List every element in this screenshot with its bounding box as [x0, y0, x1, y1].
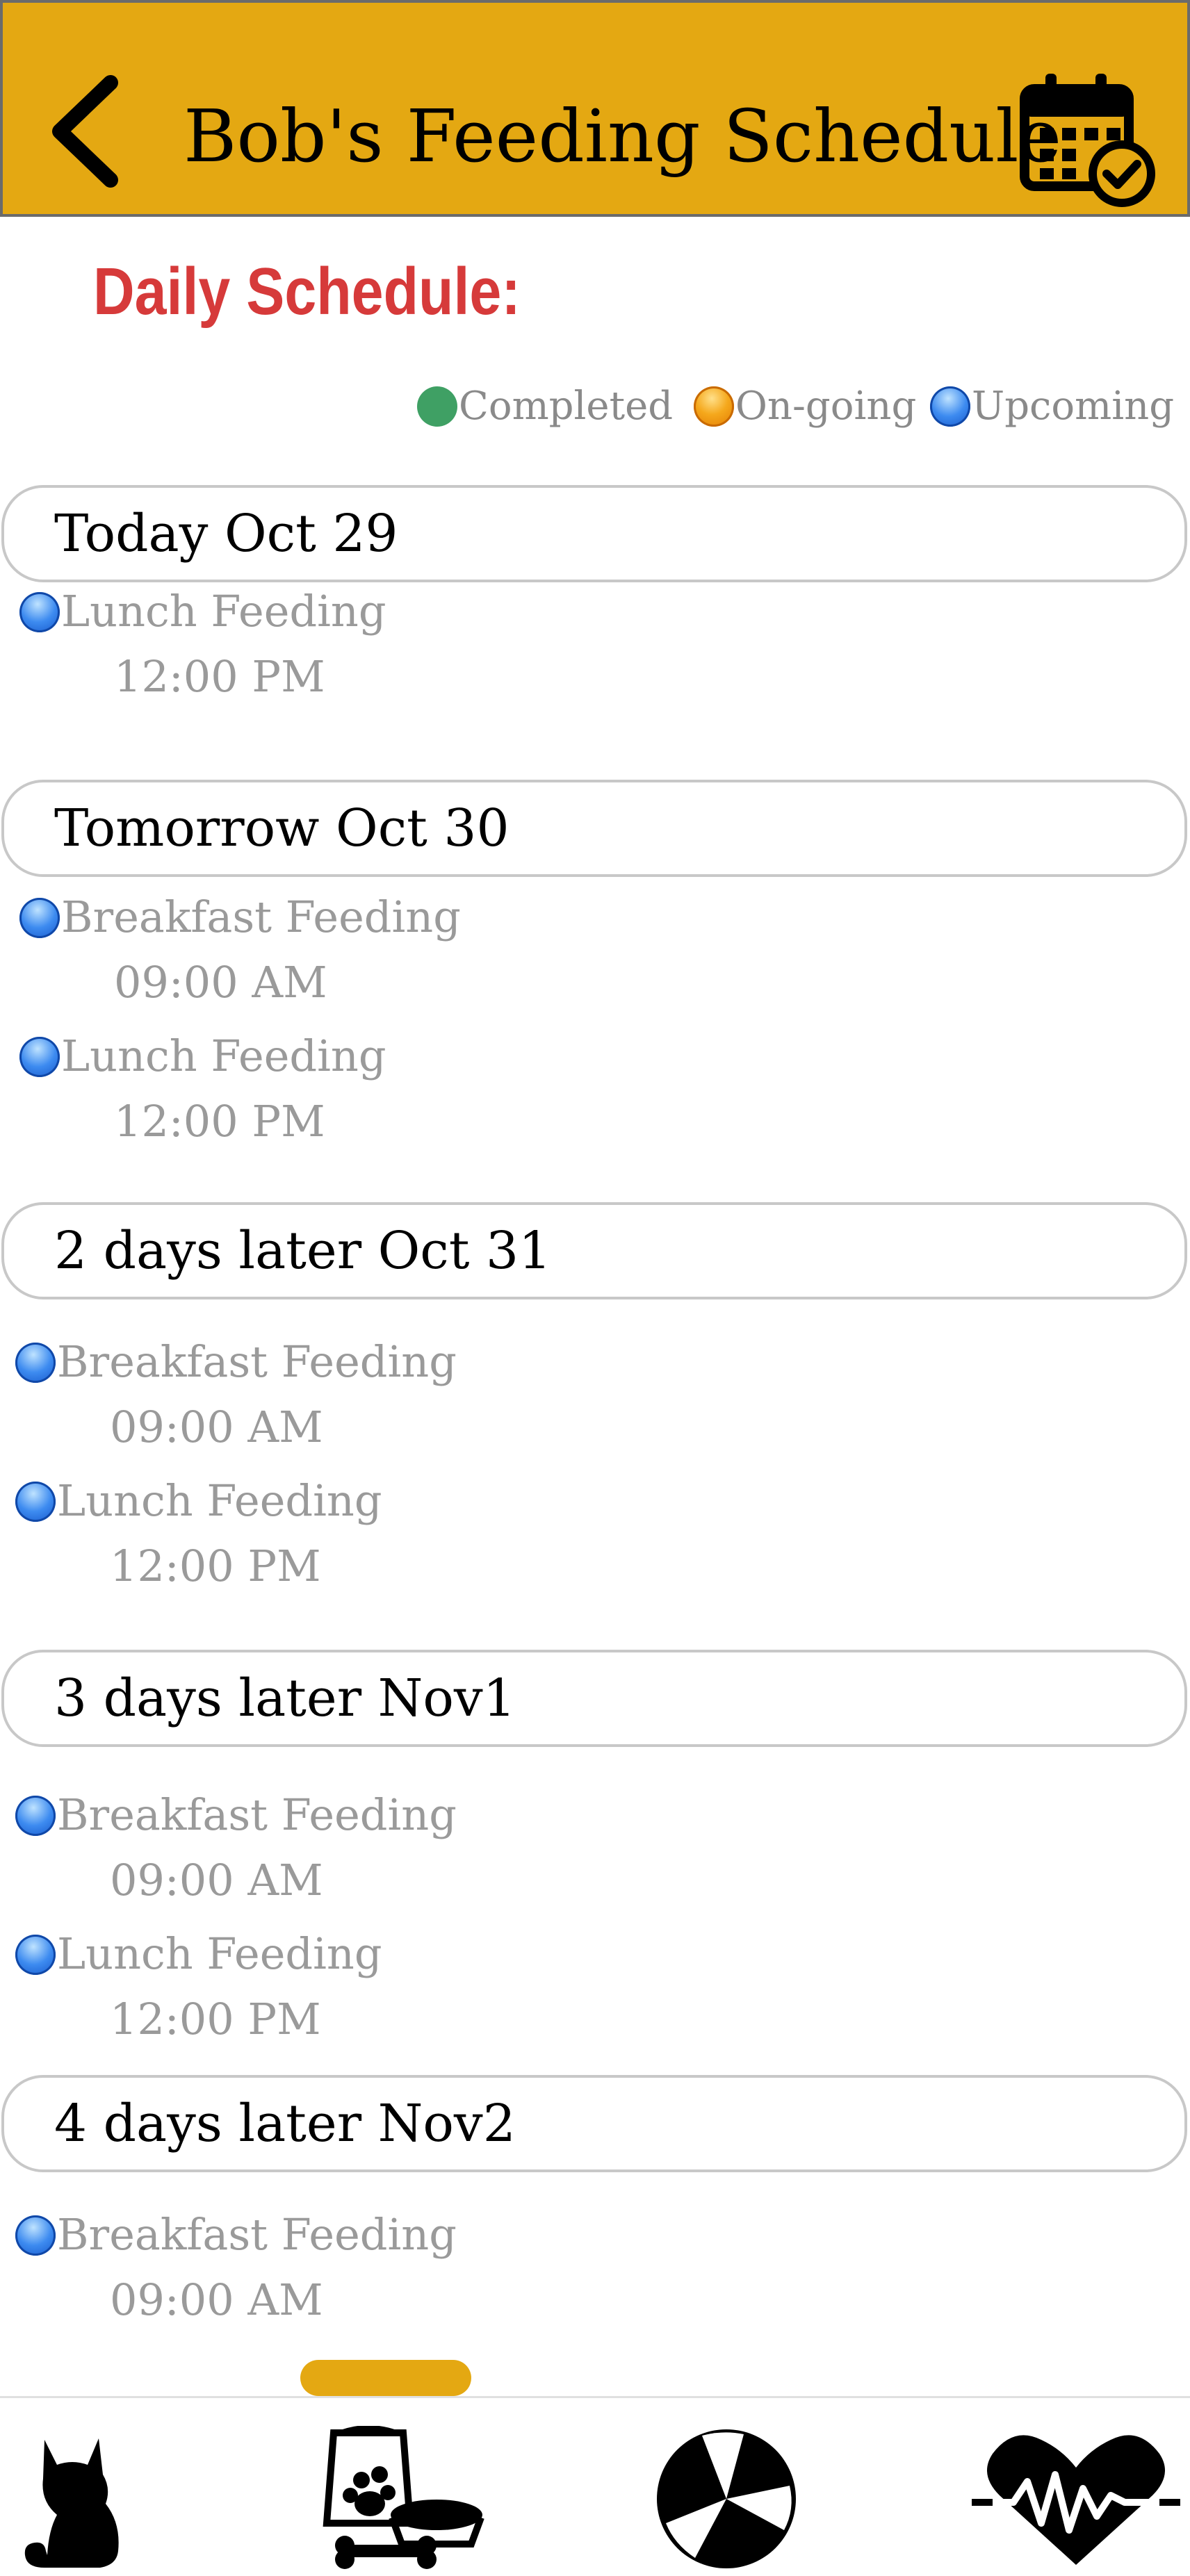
completed-status-icon — [417, 386, 457, 427]
upcoming-status-icon — [15, 1482, 56, 1522]
day-header-3-days-later[interactable]: 3 days later Nov1 — [1, 1650, 1187, 1747]
scroll-indicator[interactable] — [300, 2360, 471, 2396]
upcoming-status-icon — [15, 1935, 56, 1975]
upcoming-status-icon — [19, 592, 60, 632]
tab-play[interactable] — [653, 2426, 799, 2572]
chevron-left-icon — [52, 75, 118, 188]
calendar-check-icon — [1020, 74, 1155, 207]
upcoming-status-icon — [19, 898, 60, 938]
calendar-button[interactable] — [1018, 68, 1157, 207]
day-header-tomorrow[interactable]: Tomorrow Oct 30 — [1, 780, 1187, 877]
tab-cat[interactable] — [17, 2426, 128, 2572]
heartbeat-icon — [972, 2435, 1180, 2565]
pet-food-icon — [323, 2425, 484, 2569]
legend-ongoing: On-going — [694, 384, 916, 429]
upcoming-status-icon — [19, 1037, 60, 1077]
day-header-today[interactable]: Today Oct 29 — [1, 485, 1187, 582]
ball-icon — [657, 2429, 796, 2568]
section-title: Daily Schedule: — [93, 254, 521, 329]
cat-icon — [24, 2438, 119, 2568]
tab-food[interactable] — [320, 2425, 487, 2572]
tab-health[interactable] — [972, 2426, 1180, 2572]
legend-completed: Completed — [417, 384, 673, 429]
upcoming-status-icon — [930, 386, 970, 427]
bottom-tab-bar — [0, 2396, 1190, 2576]
day-header-2-days-later[interactable]: 2 days later Oct 31 — [1, 1202, 1187, 1299]
upcoming-status-icon — [15, 1796, 56, 1836]
back-button[interactable] — [44, 72, 128, 190]
app-header: Bob's Feeding Schedule — [0, 0, 1190, 217]
upcoming-status-icon — [15, 2215, 56, 2256]
legend-upcoming: Upcoming — [930, 384, 1174, 429]
ongoing-status-icon — [694, 386, 734, 427]
page-title: Bob's Feeding Schedule — [184, 94, 1062, 179]
upcoming-status-icon — [15, 1343, 56, 1383]
day-header-4-days-later[interactable]: 4 days later Nov2 — [1, 2075, 1187, 2172]
